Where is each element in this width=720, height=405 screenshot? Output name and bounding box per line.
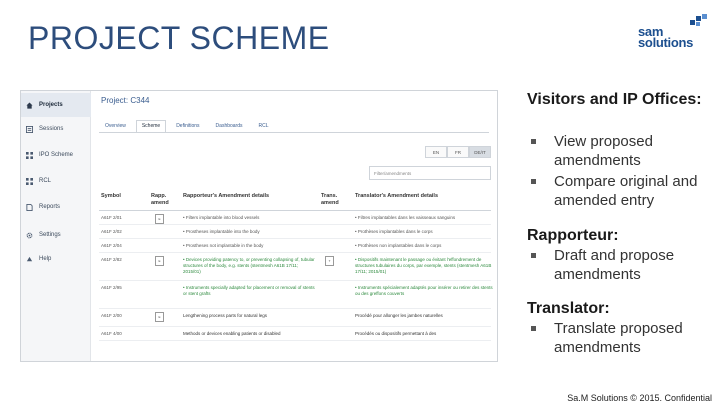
sidebar-item-label: Sessions — [39, 126, 64, 132]
section-heading-translator: Translator: — [527, 300, 610, 317]
table-row[interactable]: A61F 2/04 • Prostheses not implantable i… — [99, 239, 491, 253]
trans-text: • Instruments spécialement adaptés pour … — [355, 285, 493, 296]
company-logo: sam solutions — [636, 14, 710, 50]
symbol-cell: A61F 4/00 — [101, 331, 122, 336]
rapp-text: Lengthening process parts for natural le… — [183, 313, 268, 318]
trans-text: • Prothèses implantables dans le corps — [355, 229, 433, 234]
sidebar-item-label: IPO Scheme — [39, 152, 74, 158]
rapp-text: • Instruments specially adapted for plac… — [183, 285, 315, 296]
table-row[interactable]: A61F 2/00 E Lengthening process parts fo… — [99, 309, 491, 327]
footer-copyright: Sa.M Solutions © 2015. Confidential — [567, 393, 712, 403]
bullet-square-icon — [531, 139, 536, 144]
tab-definitions[interactable]: Definitions — [170, 120, 205, 132]
sidebar: Projects Sessions IPO Scheme RCL Reports… — [21, 91, 91, 361]
gear-icon — [26, 232, 33, 239]
trans-text: • Filtres implantables dans les vaisseau… — [355, 215, 456, 220]
rapp-amend-badge[interactable]: E — [155, 312, 164, 322]
language-toggle: EN FR DE/IT — [425, 146, 491, 158]
bullet-square-icon — [531, 179, 536, 184]
symbol-cell: A61F 2/95 — [101, 285, 122, 290]
grid-icon — [26, 177, 33, 185]
trans-text: Procédés ou dispositifs permettant à des — [355, 331, 437, 336]
symbol-cell: A61F 2/01 — [101, 215, 122, 220]
col-trans-details: Translator's Amendment details — [355, 193, 439, 199]
table-row[interactable]: A61F 2/02 • Prostheses implantable into … — [99, 225, 491, 239]
col-rapp-details: Rapporteur's Amendment details — [183, 193, 270, 199]
trans-text: Procédé pour allonger les jambes naturel… — [355, 313, 443, 318]
rapp-text: Methods or devices enabling patients or … — [183, 331, 281, 336]
col-rapp-amend: Rapp. amend — [151, 193, 169, 206]
logo-text-line2: solutions — [638, 35, 694, 50]
rapp-text: • Filters implantable into blood vessels — [183, 215, 260, 220]
table-row[interactable]: A61F 2/82 E • Devices providing patency … — [99, 253, 491, 281]
sidebar-item-ipo-scheme[interactable]: IPO Scheme — [21, 141, 91, 169]
bullet-square-icon — [531, 253, 536, 258]
tab-rcl[interactable]: RCL — [253, 120, 275, 132]
sidebar-item-settings[interactable]: Settings — [21, 221, 91, 249]
table-row[interactable]: A61F 2/01 E • Filters implantable into b… — [99, 211, 491, 225]
bullet-square-icon — [531, 326, 536, 331]
sidebar-item-label: Help — [39, 256, 52, 262]
table-header: Symbol Rapp. amend Rapporteur's Amendmen… — [99, 189, 491, 211]
sidebar-item-label: RCL — [39, 178, 52, 184]
main-panel: Project: C344 Overview Scheme Definition… — [91, 91, 497, 361]
rapp-text: • Prostheses not implantable in the body — [183, 243, 264, 248]
sidebar-item-help[interactable]: Help — [21, 247, 91, 271]
symbol-cell: A61F 2/02 — [101, 229, 122, 234]
rapp-amend-badge[interactable]: E — [155, 256, 164, 266]
lang-button-en[interactable]: EN — [425, 146, 447, 158]
tab-divider — [99, 132, 489, 133]
sidebar-item-reports[interactable]: Reports — [21, 193, 91, 221]
col-trans-amend: Trans. amend — [321, 193, 339, 206]
section-heading-rapporteur: Rapporteur: — [527, 227, 619, 244]
tab-overview[interactable]: Overview — [99, 120, 132, 132]
sidebar-item-label: Settings — [39, 232, 61, 238]
help-icon — [26, 256, 33, 263]
table-row[interactable]: A61F 2/95 • Instruments specially adapte… — [99, 281, 493, 309]
sidebar-item-label: Reports — [39, 204, 61, 210]
trans-amend-badge[interactable]: T — [325, 256, 334, 266]
logo-mark-icon — [690, 14, 707, 26]
rapp-amend-badge[interactable]: E — [155, 214, 164, 224]
table-row[interactable]: A61F 4/00 Methods or devices enabling pa… — [99, 327, 491, 341]
col-symbol: Symbol — [101, 193, 121, 199]
list-icon — [26, 125, 33, 133]
grid-icon — [26, 151, 33, 159]
trans-text: • Dispositifs maintenant le passage ou é… — [355, 257, 492, 274]
sidebar-item-sessions[interactable]: Sessions — [21, 117, 91, 141]
lang-button-fr[interactable]: FR — [447, 146, 469, 158]
rapp-text: • Prostheses implantable into the body — [183, 229, 260, 234]
project-title: Project: C344 — [101, 96, 150, 105]
symbol-cell: A61F 2/82 — [101, 257, 122, 262]
slide-title: PROJECT SCHEME — [28, 20, 330, 56]
amendments-table: Symbol Rapp. amend Rapporteur's Amendmen… — [99, 189, 493, 341]
sidebar-item-projects[interactable]: Projects — [21, 93, 91, 117]
tab-scheme[interactable]: Scheme — [135, 120, 167, 132]
lang-button-de-it[interactable]: DE/IT — [469, 146, 491, 158]
tab-dashboards[interactable]: Dashboards — [210, 120, 249, 132]
document-icon — [26, 203, 33, 211]
trans-text: • Prothèses non implantables dans le cor… — [355, 243, 442, 248]
rapp-text: • Devices providing patency to, or preve… — [183, 257, 315, 274]
sidebar-item-label: Projects — [39, 102, 63, 108]
filter-input[interactable]: Filter/amendments — [369, 166, 491, 180]
symbol-cell: A61F 2/04 — [101, 243, 122, 248]
tab-bar: Overview Scheme Definitions Dashboards R… — [99, 120, 279, 132]
home-icon — [26, 101, 33, 109]
symbol-cell: A61F 2/00 — [101, 313, 122, 318]
app-screenshot: Projects Sessions IPO Scheme RCL Reports… — [20, 90, 498, 362]
section-heading-visitors: Visitors and IP Offices: — [527, 91, 702, 108]
sidebar-item-rcl[interactable]: RCL — [21, 169, 91, 193]
